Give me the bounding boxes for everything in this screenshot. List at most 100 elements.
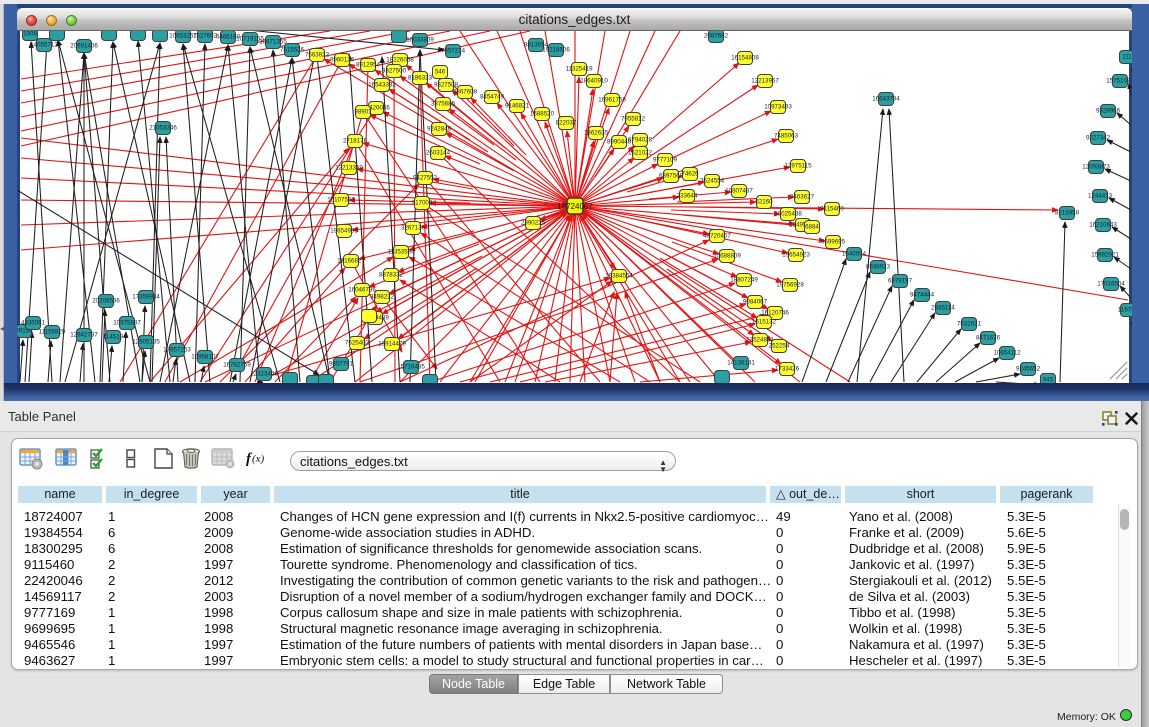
svg-text:14136141: 14136141 bbox=[727, 360, 755, 367]
svg-text:12505135: 12505135 bbox=[132, 339, 160, 346]
svg-text:2867608: 2867608 bbox=[453, 89, 478, 96]
svg-text:2718176: 2718176 bbox=[343, 138, 368, 145]
svg-text:20206536: 20206536 bbox=[92, 298, 120, 305]
svg-text:317004: 317004 bbox=[412, 200, 433, 207]
svg-text:7625402: 7625402 bbox=[345, 340, 370, 347]
svg-text:21053346: 21053346 bbox=[149, 125, 177, 132]
svg-text:12942737: 12942737 bbox=[70, 332, 98, 339]
svg-text:6897568: 6897568 bbox=[659, 173, 684, 180]
svg-text:1908: 1908 bbox=[23, 31, 37, 38]
svg-text:10033809: 10033809 bbox=[406, 37, 434, 44]
svg-text:12213359: 12213359 bbox=[335, 165, 363, 172]
svg-text:19218506: 19218506 bbox=[542, 47, 570, 54]
svg-text:16914479: 16914479 bbox=[378, 341, 406, 348]
svg-text:9327500: 9327500 bbox=[382, 68, 407, 75]
svg-text:10654112: 10654112 bbox=[993, 350, 1021, 357]
svg-text:8471676: 8471676 bbox=[976, 335, 1001, 342]
svg-text:2603144: 2603144 bbox=[426, 150, 451, 157]
svg-text:7955812: 7955812 bbox=[621, 116, 646, 123]
svg-text:2390225: 2390225 bbox=[521, 220, 546, 227]
svg-text:6794028: 6794028 bbox=[628, 137, 653, 144]
svg-text:98901: 98901 bbox=[354, 109, 372, 116]
svg-text:9227342: 9227342 bbox=[1086, 135, 1111, 142]
svg-text:9242848: 9242848 bbox=[427, 126, 452, 133]
svg-text:546: 546 bbox=[435, 69, 446, 76]
svg-text:252254: 252254 bbox=[769, 343, 790, 350]
svg-text:10973493: 10973493 bbox=[764, 104, 792, 111]
svg-text:8454749: 8454749 bbox=[480, 94, 505, 101]
svg-text:15751074: 15751074 bbox=[1106, 78, 1132, 85]
svg-text:15692921: 15692921 bbox=[1091, 252, 1119, 259]
svg-text:9329966: 9329966 bbox=[1096, 108, 1121, 115]
svg-text:18640910: 18640910 bbox=[580, 78, 608, 85]
svg-text:1615132: 1615132 bbox=[752, 319, 777, 326]
svg-text:10688809: 10688809 bbox=[713, 253, 741, 260]
svg-text:18807249: 18807249 bbox=[730, 277, 758, 284]
svg-text:18226058: 18226058 bbox=[386, 57, 414, 64]
svg-text:16107553: 16107553 bbox=[327, 197, 355, 204]
svg-text:19756928: 19756928 bbox=[776, 282, 804, 289]
svg-text:15716485: 15716485 bbox=[397, 364, 425, 371]
svg-text:18724007: 18724007 bbox=[557, 202, 593, 211]
svg-text:3498222: 3498222 bbox=[370, 294, 395, 301]
svg-text:3267130: 3267130 bbox=[401, 225, 426, 232]
svg-text:1362635: 1362635 bbox=[584, 130, 609, 137]
svg-text:1621022: 1621022 bbox=[628, 150, 653, 157]
svg-text:6884: 6884 bbox=[805, 224, 819, 231]
svg-text:8215958: 8215958 bbox=[1055, 210, 1080, 217]
svg-text:19654933: 19654933 bbox=[330, 228, 358, 235]
svg-text:8878332: 8878332 bbox=[379, 272, 404, 279]
svg-text:11156829: 11156829 bbox=[39, 329, 66, 336]
svg-text:8186323: 8186323 bbox=[408, 75, 433, 82]
svg-text:16210643: 16210643 bbox=[1089, 222, 1117, 229]
svg-text:7485063: 7485063 bbox=[774, 133, 799, 140]
svg-text:4335061: 4335061 bbox=[21, 320, 46, 327]
svg-text:10025438: 10025438 bbox=[774, 211, 802, 218]
svg-text:17359934: 17359934 bbox=[132, 294, 160, 301]
svg-text:9474444: 9474444 bbox=[910, 292, 935, 299]
svg-text:10975887: 10975887 bbox=[113, 320, 141, 327]
svg-text:17016504: 17016504 bbox=[1097, 281, 1125, 288]
svg-text:7663822: 7663822 bbox=[305, 52, 330, 59]
svg-text:1640954: 1640954 bbox=[842, 251, 867, 258]
svg-text:16046736: 16046736 bbox=[348, 287, 376, 294]
svg-text:822037: 822037 bbox=[556, 120, 577, 127]
svg-text:9115460: 9115460 bbox=[820, 206, 844, 213]
svg-text:43720407: 43720407 bbox=[703, 233, 731, 240]
svg-text:9146821: 9146821 bbox=[505, 103, 530, 110]
svg-text:16961758: 16961758 bbox=[598, 97, 626, 104]
svg-text:8912954: 8912954 bbox=[356, 62, 381, 69]
svg-text:62160: 62160 bbox=[755, 199, 773, 206]
svg-text:10958107: 10958107 bbox=[191, 354, 219, 361]
svg-text:19654923: 19654923 bbox=[782, 252, 810, 259]
svg-text:19166827: 19166827 bbox=[337, 258, 365, 265]
svg-text:(x): (x) bbox=[252, 453, 265, 465]
svg-text:12975115: 12975115 bbox=[784, 163, 812, 170]
svg-text:16154808: 16154808 bbox=[731, 55, 759, 62]
svg-text:114519: 114519 bbox=[103, 334, 124, 341]
svg-text:9327508: 9327508 bbox=[434, 82, 459, 89]
svg-text:10807487: 10807487 bbox=[725, 188, 753, 195]
svg-text:74626: 74626 bbox=[681, 171, 699, 178]
svg-text:9245652: 9245652 bbox=[1016, 366, 1041, 373]
svg-text:1733426: 1733426 bbox=[775, 366, 800, 373]
svg-text:12323446: 12323446 bbox=[250, 371, 278, 378]
svg-text:3624554: 3624554 bbox=[700, 178, 725, 185]
svg-text:7632621: 7632621 bbox=[957, 321, 982, 328]
svg-text:1527602: 1527602 bbox=[193, 33, 218, 40]
svg-text:9857791: 9857791 bbox=[329, 361, 354, 368]
svg-text:1588520: 1588520 bbox=[530, 111, 555, 118]
svg-text:1244413: 1244413 bbox=[1088, 193, 1113, 200]
svg-text:111: 111 bbox=[1122, 54, 1132, 61]
svg-text:116753: 116753 bbox=[1118, 307, 1132, 314]
svg-text:233644: 233644 bbox=[677, 193, 698, 200]
svg-text:10671355: 10671355 bbox=[259, 39, 287, 46]
svg-text:9427552: 9427552 bbox=[413, 175, 438, 182]
svg-text:12213967: 12213967 bbox=[751, 78, 779, 85]
svg-text:16543382: 16543382 bbox=[368, 82, 396, 89]
svg-text:9699695: 9699695 bbox=[821, 239, 846, 246]
svg-text:11325419: 11325419 bbox=[565, 66, 593, 73]
svg-text:9463627: 9463627 bbox=[790, 194, 815, 201]
svg-text:2087682: 2087682 bbox=[704, 33, 729, 40]
svg-text:11353594: 11353594 bbox=[387, 249, 415, 256]
